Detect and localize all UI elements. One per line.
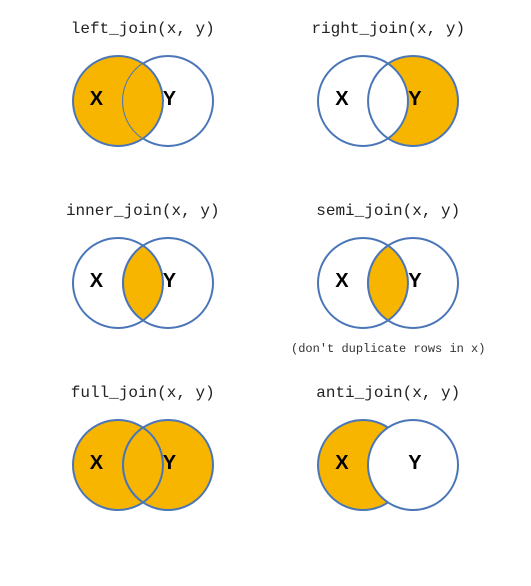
cell-anti-join: anti_join(x, y) X Y <box>266 384 512 566</box>
label-x-anti-join: X <box>335 452 348 475</box>
title-full-join: full_join(x, y) <box>71 384 215 402</box>
label-y-inner-join: Y <box>163 270 176 293</box>
label-x-semi-join: X <box>335 270 348 293</box>
venn-semi-join: X Y <box>303 228 473 338</box>
label-y-semi-join: Y <box>408 270 421 293</box>
footnote-semi-join: (don't duplicate rows in x) <box>291 342 485 356</box>
label-x-full-join: X <box>90 452 103 475</box>
label-x-left-join: X <box>90 88 103 111</box>
title-semi-join: semi_join(x, y) <box>316 202 460 220</box>
venn-svg-inner-join <box>58 228 228 338</box>
label-y-full-join: Y <box>163 452 176 475</box>
cell-semi-join: semi_join(x, y) X Y (don't duplicate row… <box>266 202 512 384</box>
venn-right-join: X Y <box>303 46 473 156</box>
venn-svg-right-join <box>303 46 473 156</box>
cell-inner-join: inner_join(x, y) X Y <box>20 202 266 384</box>
venn-anti-join: X Y <box>303 410 473 520</box>
venn-svg-anti-join <box>303 410 473 520</box>
venn-svg-semi-join <box>303 228 473 338</box>
label-y-left-join: Y <box>163 88 176 111</box>
cell-left-join: left_join(x, y) X Y <box>20 20 266 202</box>
title-anti-join: anti_join(x, y) <box>316 384 460 402</box>
venn-inner-join: X Y <box>58 228 228 338</box>
venn-left-join: X Y <box>58 46 228 156</box>
cell-full-join: full_join(x, y) X Y <box>20 384 266 566</box>
venn-svg-left-join <box>58 46 228 156</box>
title-right-join: right_join(x, y) <box>311 20 465 38</box>
cell-right-join: right_join(x, y) X Y <box>266 20 512 202</box>
title-inner-join: inner_join(x, y) <box>66 202 220 220</box>
venn-svg-full-join <box>58 410 228 520</box>
label-x-right-join: X <box>335 88 348 111</box>
label-x-inner-join: X <box>90 270 103 293</box>
title-left-join: left_join(x, y) <box>71 20 215 38</box>
join-diagram-grid: left_join(x, y) X Y right_join(x, y) X Y <box>0 0 531 586</box>
venn-full-join: X Y <box>58 410 228 520</box>
label-y-right-join: Y <box>408 88 421 111</box>
label-y-anti-join: Y <box>408 452 421 475</box>
